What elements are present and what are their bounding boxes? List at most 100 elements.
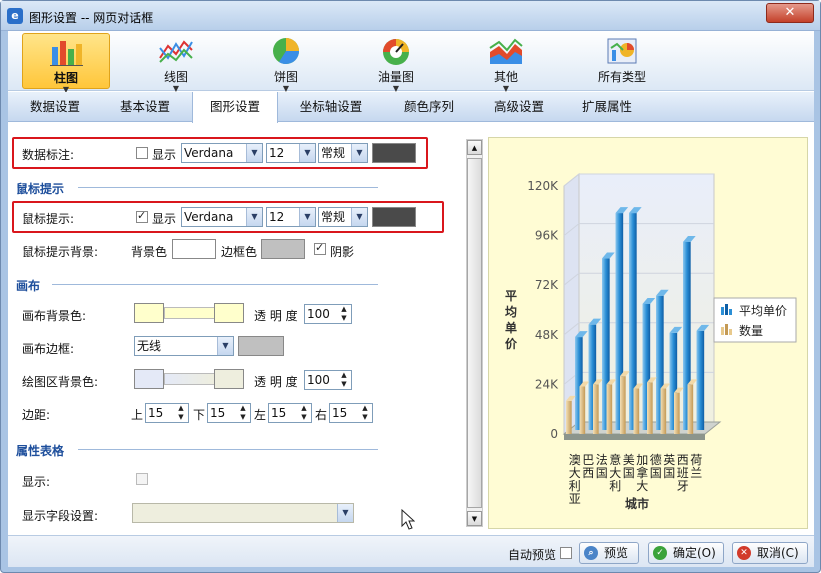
canvas-border-select[interactable]: 无线 ▼ xyxy=(134,336,234,356)
bar-series-2 xyxy=(633,388,640,434)
tooltip-color-swatch[interactable] xyxy=(372,207,416,227)
plot-bg-end-swatch[interactable] xyxy=(214,369,244,389)
prop-show-checkbox[interactable] xyxy=(136,473,148,485)
bar-chart-icon xyxy=(47,37,85,67)
tooltip-shadow-checkbox[interactable] xyxy=(314,241,326,255)
tab-extended-properties[interactable]: 扩展属性 xyxy=(570,92,644,122)
line-chart-icon xyxy=(157,36,195,66)
data-label-show-checkbox[interactable] xyxy=(136,147,148,159)
spinner-arrows-icon[interactable]: ▲ ▼ xyxy=(337,305,351,323)
canvas-bg-start-swatch[interactable] xyxy=(134,303,164,323)
section-divider xyxy=(52,284,378,285)
chevron-down-icon: ▼ xyxy=(337,504,353,522)
canvas-opacity-spinner[interactable]: 100 ▲ ▼ xyxy=(304,304,352,324)
ie-icon: e xyxy=(7,8,23,24)
margin-bottom-spinner[interactable]: 15 ▲ ▼ xyxy=(207,403,251,423)
tool-other-chart[interactable]: 其他 ▼ xyxy=(463,33,549,93)
margin-right-spinner[interactable]: 15 ▲ ▼ xyxy=(329,403,373,423)
tab-color-sequence[interactable]: 颜色序列 xyxy=(392,92,466,122)
preview-button[interactable]: ⌕ 预览 xyxy=(579,542,639,564)
button-label: 预览 xyxy=(604,546,629,560)
margin-bottom-label: 下 xyxy=(193,408,206,422)
x-tick-label: 西 xyxy=(677,453,689,467)
tool-gauge-chart[interactable]: 油量图 ▼ xyxy=(351,33,441,93)
y-tick-label: 0 xyxy=(550,427,558,441)
tab-basic-settings[interactable]: 基本设置 xyxy=(108,92,182,122)
legend-swatch xyxy=(721,327,724,335)
tooltip-show-label: 显示 xyxy=(152,212,177,226)
canvas-border-color-swatch[interactable] xyxy=(238,336,284,356)
tooltip-border-color-swatch[interactable] xyxy=(261,239,305,259)
tooltip-show-checkbox[interactable] xyxy=(136,209,148,223)
y-axis-label: 单 xyxy=(505,320,517,335)
spinner-arrows-icon[interactable]: ▲ ▼ xyxy=(236,404,250,422)
scroll-up-icon[interactable]: ▲ xyxy=(467,140,482,155)
gauge-chart-icon xyxy=(377,36,415,66)
legend-swatch xyxy=(721,307,724,315)
prop-fields-select[interactable]: ▼ xyxy=(132,503,354,523)
tooltip-size-select[interactable]: 12 ▼ xyxy=(266,207,316,227)
spinner-value: 100 xyxy=(307,307,330,321)
spinner-value: 15 xyxy=(332,406,348,420)
spinner-arrows-icon[interactable]: ▲ ▼ xyxy=(337,371,351,389)
section-divider xyxy=(78,449,378,450)
spinner-arrows-icon[interactable]: ▲ ▼ xyxy=(174,404,188,422)
button-label: 确定(O) xyxy=(673,546,716,560)
chevron-down-icon: ▼ xyxy=(217,337,233,355)
scrollbar-thumb[interactable] xyxy=(467,158,482,508)
tool-all-types[interactable]: 所有类型 xyxy=(574,33,670,89)
y-tick-label: 96K xyxy=(535,229,559,243)
legend-swatch xyxy=(725,304,728,315)
data-label-size-select[interactable]: 12 ▼ xyxy=(266,143,316,163)
plot-opacity-spinner[interactable]: 100 ▲ ▼ xyxy=(304,370,352,390)
spinner-arrows-icon[interactable]: ▲ ▼ xyxy=(297,404,311,422)
margin-top-spinner[interactable]: 15 ▲ ▼ xyxy=(145,403,189,423)
data-label-style-select[interactable]: 常规 ▼ xyxy=(318,143,368,163)
graphic-settings-panel: 数据标注: 显示 Verdana▼ 12▼ 常规▼ 鼠标提示 鼠标提示: 显示 … xyxy=(8,123,488,535)
bar-series-2 xyxy=(593,384,599,434)
tab-advanced-settings[interactable]: 高级设置 xyxy=(482,92,556,122)
pie-chart-icon xyxy=(267,36,305,66)
tooltip-style-select[interactable]: 常规 ▼ xyxy=(318,207,368,227)
tool-pie-chart[interactable]: 饼图 ▼ xyxy=(243,33,329,93)
margin-left-label: 左 xyxy=(254,408,267,422)
section-property-table: 属性表格 xyxy=(16,444,65,458)
title-bar[interactable]: e 图形设置 -- 网页对话框 ✕ xyxy=(1,1,820,31)
data-label-label: 数据标注: xyxy=(22,148,75,162)
tool-label: 所有类型 xyxy=(597,70,646,84)
margin-left-spinner[interactable]: 15 ▲ ▼ xyxy=(268,403,312,423)
form-scrollbar[interactable]: ▲ ▼ xyxy=(466,139,483,527)
data-label-font-select[interactable]: Verdana ▼ xyxy=(181,143,263,163)
chevron-down-icon: ▼ xyxy=(299,208,315,226)
tool-bar-chart[interactable]: 柱图 ▼ xyxy=(22,33,110,94)
tab-data-settings[interactable]: 数据设置 xyxy=(18,92,92,122)
canvas-bg-end-swatch[interactable] xyxy=(214,303,244,323)
plot-bg-start-swatch[interactable] xyxy=(134,369,164,389)
tool-label: 饼图 xyxy=(273,70,298,84)
select-value: Verdana xyxy=(184,146,234,160)
prop-fields-label: 显示字段设置: xyxy=(22,509,99,523)
ok-button[interactable]: ✓ 确定(O) xyxy=(648,542,724,564)
x-tick-label: 法 xyxy=(596,453,608,467)
chevron-down-icon: ▼ xyxy=(351,144,367,162)
tooltip-font-select[interactable]: Verdana ▼ xyxy=(181,207,263,227)
tab-graphic-settings[interactable]: 图形设置 xyxy=(192,92,278,123)
spinner-arrows-icon[interactable]: ▲ ▼ xyxy=(358,404,372,422)
plot-floor-edge xyxy=(564,434,705,440)
spinner-value: 15 xyxy=(210,406,226,420)
close-button[interactable]: ✕ xyxy=(766,3,814,23)
x-tick-label: 大 xyxy=(636,479,648,493)
tool-line-chart[interactable]: 线图 ▼ xyxy=(133,33,219,93)
tooltip-bg-color-swatch[interactable] xyxy=(172,239,216,259)
y-axis-label: 价 xyxy=(505,337,518,351)
canvas-bg-label: 画布背景色: xyxy=(22,309,87,323)
data-label-color-swatch[interactable] xyxy=(372,143,416,163)
cancel-button[interactable]: ✕ 取消(C) xyxy=(732,542,808,564)
select-value: 12 xyxy=(269,210,285,224)
legend-label: 数量 xyxy=(739,323,763,338)
scroll-down-icon[interactable]: ▼ xyxy=(467,511,482,526)
tab-axis-settings[interactable]: 坐标轴设置 xyxy=(286,92,376,122)
y-tick-label: 24K xyxy=(535,377,559,391)
spinner-value: 100 xyxy=(307,373,330,387)
auto-preview-checkbox[interactable] xyxy=(560,547,572,559)
